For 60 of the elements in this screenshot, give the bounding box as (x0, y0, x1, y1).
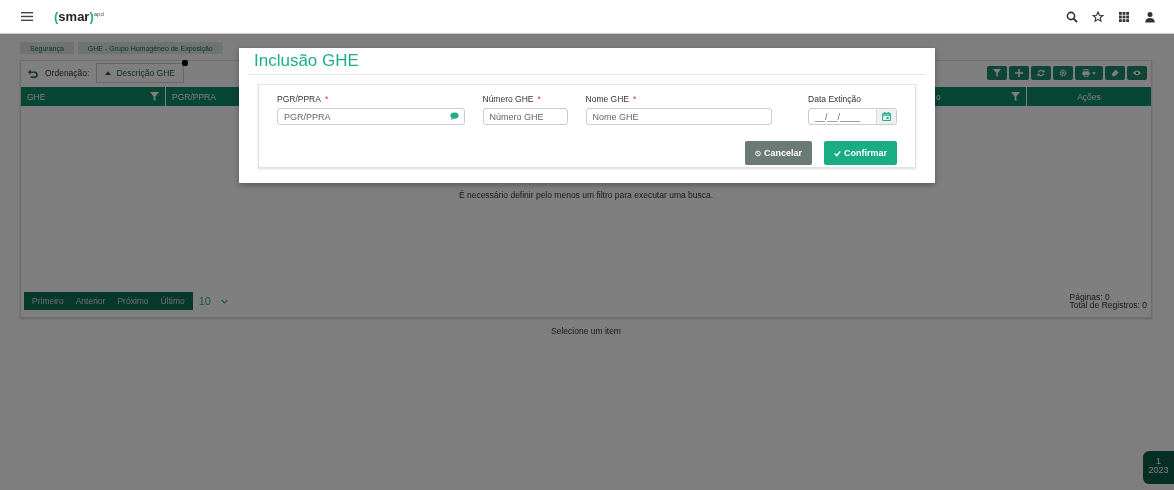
pagination-button[interactable]: Próximo (111, 292, 155, 310)
undo-icon[interactable] (27, 67, 38, 79)
field-label: PGR/PPRA (277, 94, 321, 104)
input-field[interactable]: Nome GHE (585, 108, 773, 125)
column-header[interactable]: PGR/PPRA (172, 91, 216, 102)
remove-icon[interactable] (182, 60, 188, 66)
selection-hint: Selecione um item (550, 326, 622, 336)
column-header[interactable]: GHE (27, 91, 46, 102)
caret-icon (220, 298, 228, 304)
gear-icon (1059, 69, 1067, 77)
modal-title: Inclusão GHE (248, 48, 926, 75)
user-icon[interactable] (1144, 10, 1156, 23)
required-mark: * (537, 94, 541, 104)
eye-icon (1133, 69, 1141, 77)
filter-button[interactable] (987, 66, 1007, 80)
input-field[interactable]: Número GHE (482, 108, 568, 125)
eraser-button[interactable] (1105, 66, 1125, 80)
field-label: Data Extinção (808, 94, 861, 104)
summary-text: Páginas: 0 (1069, 292, 1110, 301)
pagination-button[interactable]: Anterior (69, 292, 112, 310)
filter-icon (993, 69, 1001, 77)
refresh-button[interactable] (1031, 66, 1051, 80)
cancel-button[interactable]: Cancelar (745, 141, 812, 165)
check-icon (834, 148, 841, 158)
printer-button[interactable] (1075, 66, 1103, 80)
required-mark: * (324, 94, 329, 104)
calendar-icon (882, 112, 891, 121)
block-icon (755, 148, 761, 158)
apps-grid-icon[interactable] (1118, 10, 1130, 23)
field-label: Nome GHE (585, 94, 629, 104)
plus-button[interactable] (1009, 66, 1029, 80)
printer-icon (1082, 69, 1090, 77)
caret-up-icon (105, 71, 112, 75)
column-header[interactable]: o (936, 91, 941, 102)
confirm-button[interactable]: Confirmar (824, 141, 897, 165)
pagination-button[interactable]: Primeiro (26, 292, 70, 310)
filter-icon[interactable] (1011, 92, 1020, 101)
filter-icon[interactable] (150, 92, 159, 101)
year-badge[interactable]: 1 2023 (1143, 451, 1174, 484)
search-icon[interactable] (1066, 10, 1078, 23)
menu-icon[interactable] (21, 12, 33, 21)
refresh-icon (1037, 69, 1045, 77)
eye-button[interactable] (1127, 66, 1147, 80)
logo[interactable]: (smar)$^{apd}$ (54, 9, 104, 24)
summary-text: Total de Registros: 0 (1069, 301, 1147, 310)
gear-button[interactable] (1053, 66, 1073, 80)
column-header[interactable]: Ações (1077, 91, 1101, 102)
field-label: Número GHE (482, 94, 534, 104)
input-field[interactable]: PGR/PPRA (277, 108, 465, 125)
pagination-button[interactable]: Último (154, 292, 191, 310)
empty-message: É necessário definir pelo menos um filtro para executar uma busca. (458, 189, 714, 200)
star-icon[interactable] (1092, 10, 1104, 23)
plus-icon (1015, 69, 1023, 77)
eraser-icon (1111, 69, 1119, 77)
chat-bubble-icon[interactable] (449, 112, 459, 120)
calendar-button[interactable] (876, 109, 896, 124)
page-size-select[interactable]: 10 (198, 295, 232, 307)
sort-label: Ordenação: (45, 68, 90, 78)
required-mark: * (633, 94, 637, 104)
caret-icon (1092, 71, 1096, 75)
